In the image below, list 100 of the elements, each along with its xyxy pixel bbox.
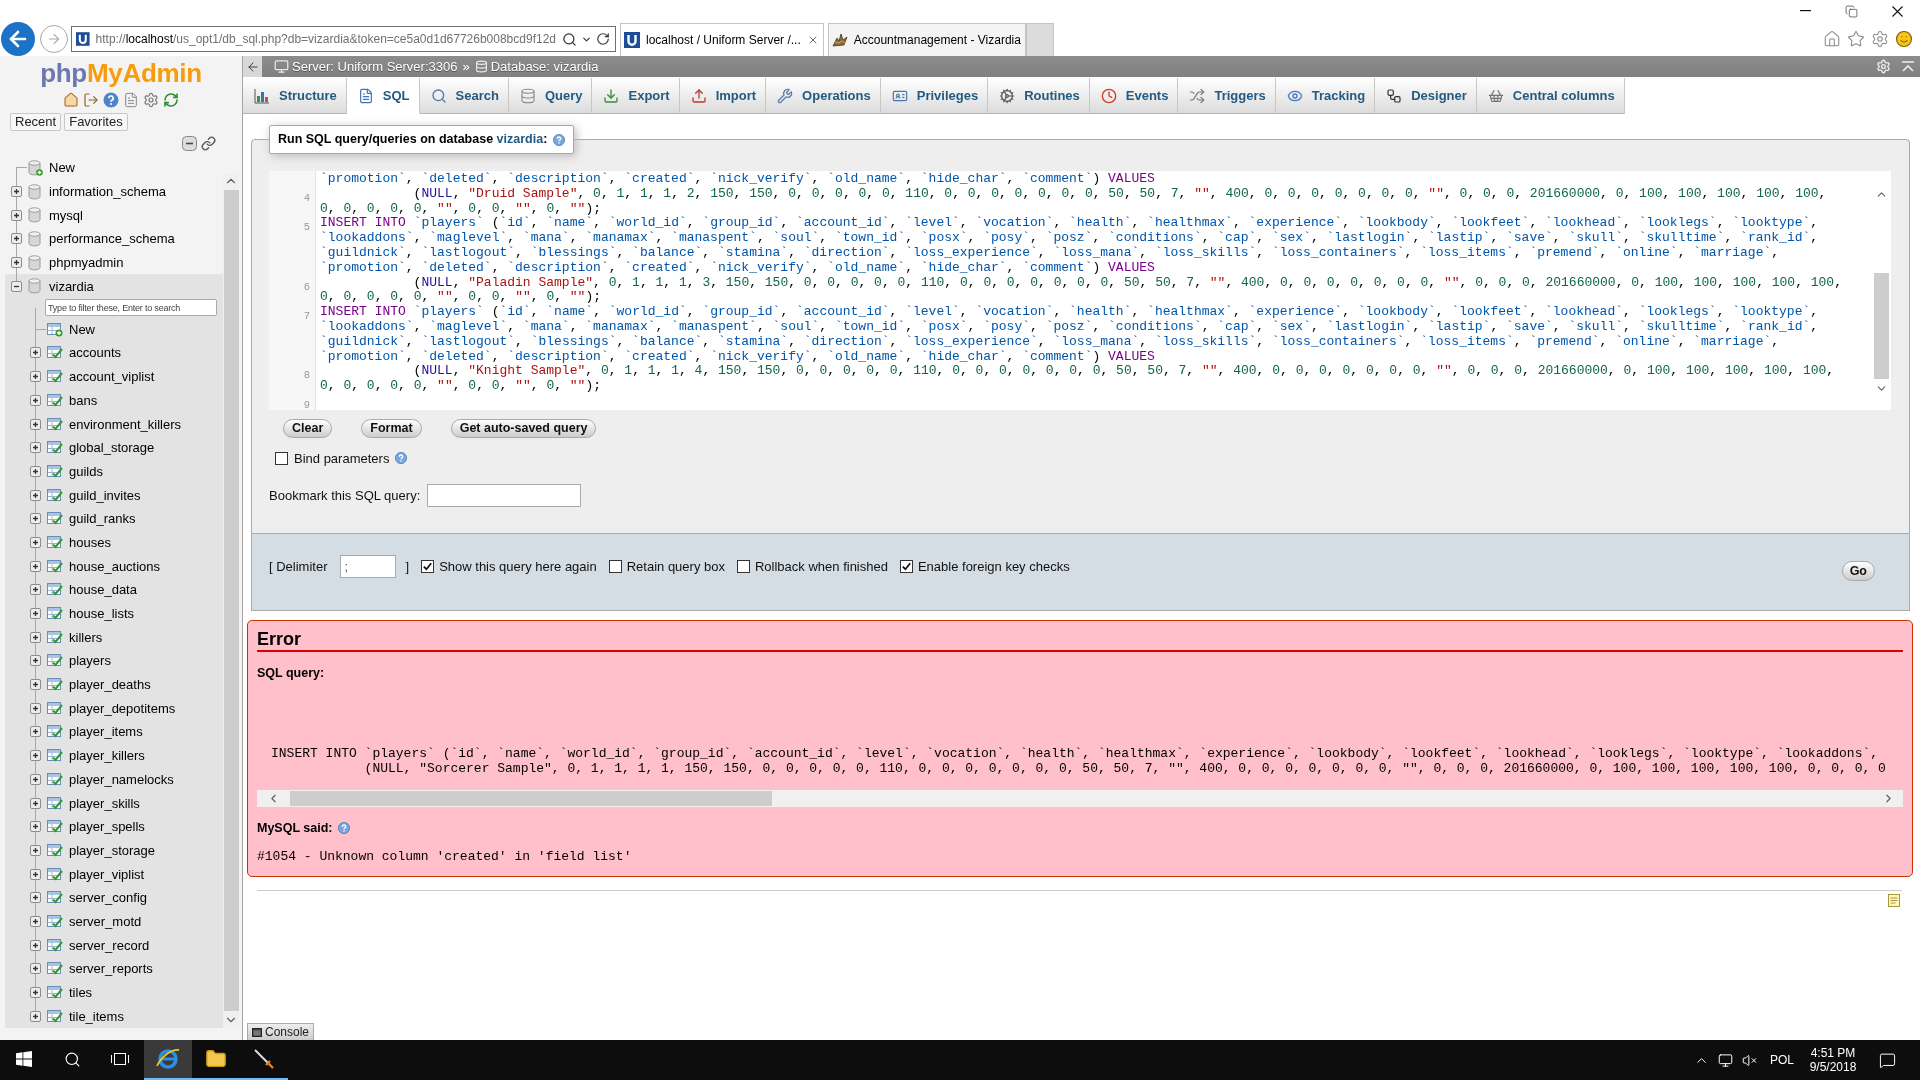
tree-item[interactable]: house_auctions xyxy=(69,558,161,574)
reload-icon[interactable] xyxy=(163,92,179,108)
plus-box-icon[interactable] xyxy=(29,584,41,596)
network-icon[interactable] xyxy=(1718,1052,1734,1068)
star-icon[interactable] xyxy=(1847,30,1865,48)
checkbox[interactable] xyxy=(421,559,435,573)
tree-item[interactable]: global_storage xyxy=(69,440,155,456)
menu-tab[interactable]: Events xyxy=(1089,78,1179,114)
menu-tab[interactable]: Search xyxy=(419,78,509,114)
tree-item[interactable]: server_motd xyxy=(69,913,142,929)
tree-item[interactable]: house_data xyxy=(69,582,137,598)
tree-item[interactable]: performance_schema xyxy=(49,231,175,247)
plus-box-icon[interactable] xyxy=(29,536,41,548)
refresh-icon[interactable] xyxy=(596,32,610,46)
tree-item[interactable]: house_lists xyxy=(69,606,135,621)
tree-item[interactable]: server_config xyxy=(69,890,148,906)
link-icon[interactable] xyxy=(201,135,216,151)
tree-item[interactable]: player_killers xyxy=(69,748,145,764)
menu-tab[interactable]: Import xyxy=(679,78,767,114)
breadcrumb-link[interactable]: Database: vizardia xyxy=(490,59,599,74)
tree-item[interactable]: accounts xyxy=(69,345,122,361)
tree-item[interactable]: player_items xyxy=(69,724,143,740)
menu-tab[interactable]: Tracking xyxy=(1275,78,1376,114)
tree-item[interactable]: New xyxy=(69,321,95,337)
plus-box-icon[interactable] xyxy=(10,186,22,198)
plus-box-icon[interactable] xyxy=(29,655,41,667)
scrollbar[interactable] xyxy=(257,790,1903,807)
tree-item[interactable]: bans xyxy=(69,392,98,408)
database-link[interactable]: vizardia xyxy=(496,132,544,146)
menu-tab[interactable]: Export xyxy=(592,78,680,114)
plus-box-icon[interactable] xyxy=(29,868,41,880)
browser-tab[interactable]: localhost / Uniform Server /... xyxy=(620,23,824,56)
tree-item[interactable]: vizardia xyxy=(49,278,94,294)
minus-box-icon[interactable] xyxy=(10,280,22,292)
go-button[interactable]: Go xyxy=(1841,561,1875,581)
home-icon[interactable] xyxy=(63,92,79,108)
plus-box-icon[interactable] xyxy=(29,679,41,691)
tree-item[interactable]: player_storage xyxy=(69,842,155,858)
plus-box-icon[interactable] xyxy=(29,726,41,738)
delimiter-field[interactable]: ; xyxy=(339,554,396,578)
tree-item[interactable]: player_skills xyxy=(69,795,140,811)
action-button[interactable]: Clear xyxy=(283,419,333,438)
console-tab[interactable]: Console xyxy=(247,1023,315,1040)
plus-box-icon[interactable] xyxy=(29,797,41,809)
plus-box-icon[interactable] xyxy=(29,963,41,975)
menu-tab[interactable]: Designer xyxy=(1375,78,1477,114)
tree-item[interactable]: New xyxy=(49,160,75,176)
tree-item[interactable]: player_deaths xyxy=(69,677,151,693)
scrollbar-thumb[interactable] xyxy=(1874,273,1889,379)
tree-item[interactable]: guild_invites xyxy=(69,487,141,503)
bookmark-field[interactable] xyxy=(427,484,582,507)
menu-tab[interactable]: Routines xyxy=(988,78,1090,114)
plus-box-icon[interactable] xyxy=(10,209,22,221)
scrollbar-thumb[interactable] xyxy=(290,791,772,806)
tree-item[interactable]: account_viplist xyxy=(69,369,155,385)
plus-box-icon[interactable] xyxy=(29,750,41,762)
language-indicator[interactable]: POL xyxy=(1770,1053,1794,1067)
document-icon[interactable] xyxy=(123,92,139,108)
sql-editor[interactable] xyxy=(269,171,1891,410)
tree-item[interactable]: tiles xyxy=(69,985,93,1000)
tree-item[interactable]: player_depotitems xyxy=(69,700,176,716)
checkbox[interactable] xyxy=(275,451,288,465)
plus-box-icon[interactable] xyxy=(10,257,22,269)
url-field[interactable]: http://localhost/us_opt1/db_sql.php?db=vizardia&token=ce5a0d1d67726b008bcd9f12d xyxy=(95,32,556,46)
search-icon[interactable] xyxy=(562,31,577,47)
collapse-all-icon[interactable] xyxy=(182,135,197,151)
plus-box-icon[interactable] xyxy=(29,608,41,619)
plus-box-icon[interactable] xyxy=(29,418,41,430)
tree-item[interactable]: player_namelocks xyxy=(69,771,174,787)
help-icon[interactable] xyxy=(103,92,119,108)
logo-text[interactable]: phpMyAdmin xyxy=(0,56,242,90)
menu-tab[interactable]: Central columns xyxy=(1476,78,1625,114)
smiley-icon[interactable] xyxy=(1895,30,1913,48)
tree-item[interactable]: mysql xyxy=(49,207,83,223)
clock-time[interactable]: 4:51 PM xyxy=(1810,1046,1856,1060)
tree-item[interactable]: server_reports xyxy=(69,961,153,977)
volume-muted-icon[interactable] xyxy=(1742,1052,1758,1068)
plus-box-icon[interactable] xyxy=(29,442,41,454)
plus-box-icon[interactable] xyxy=(29,939,41,951)
plus-box-icon[interactable] xyxy=(29,773,41,785)
plus-box-icon[interactable] xyxy=(29,987,41,998)
plus-box-icon[interactable] xyxy=(29,892,41,904)
menu-tab[interactable]: Triggers xyxy=(1178,78,1276,114)
settings-icon[interactable] xyxy=(1871,30,1889,48)
plus-box-icon[interactable] xyxy=(29,371,41,383)
nav-tab[interactable]: Favorites xyxy=(64,113,128,131)
help-icon[interactable] xyxy=(338,822,351,834)
back-button[interactable] xyxy=(1,22,35,56)
action-button[interactable]: Format xyxy=(361,419,422,438)
tree-item[interactable]: guilds xyxy=(69,463,103,479)
plus-box-icon[interactable] xyxy=(29,844,41,856)
plus-box-icon[interactable] xyxy=(29,1010,41,1022)
menu-tab[interactable]: Privileges xyxy=(880,78,989,114)
plus-box-icon[interactable] xyxy=(29,915,41,927)
nav-tab[interactable]: Recent xyxy=(10,113,62,131)
tree-item[interactable]: player_viplist xyxy=(69,866,145,882)
tree-item[interactable]: phpmyadmin xyxy=(49,255,124,271)
plus-box-icon[interactable] xyxy=(29,560,41,572)
checkbox[interactable] xyxy=(736,559,750,573)
menu-tab[interactable]: Structure xyxy=(243,78,347,114)
